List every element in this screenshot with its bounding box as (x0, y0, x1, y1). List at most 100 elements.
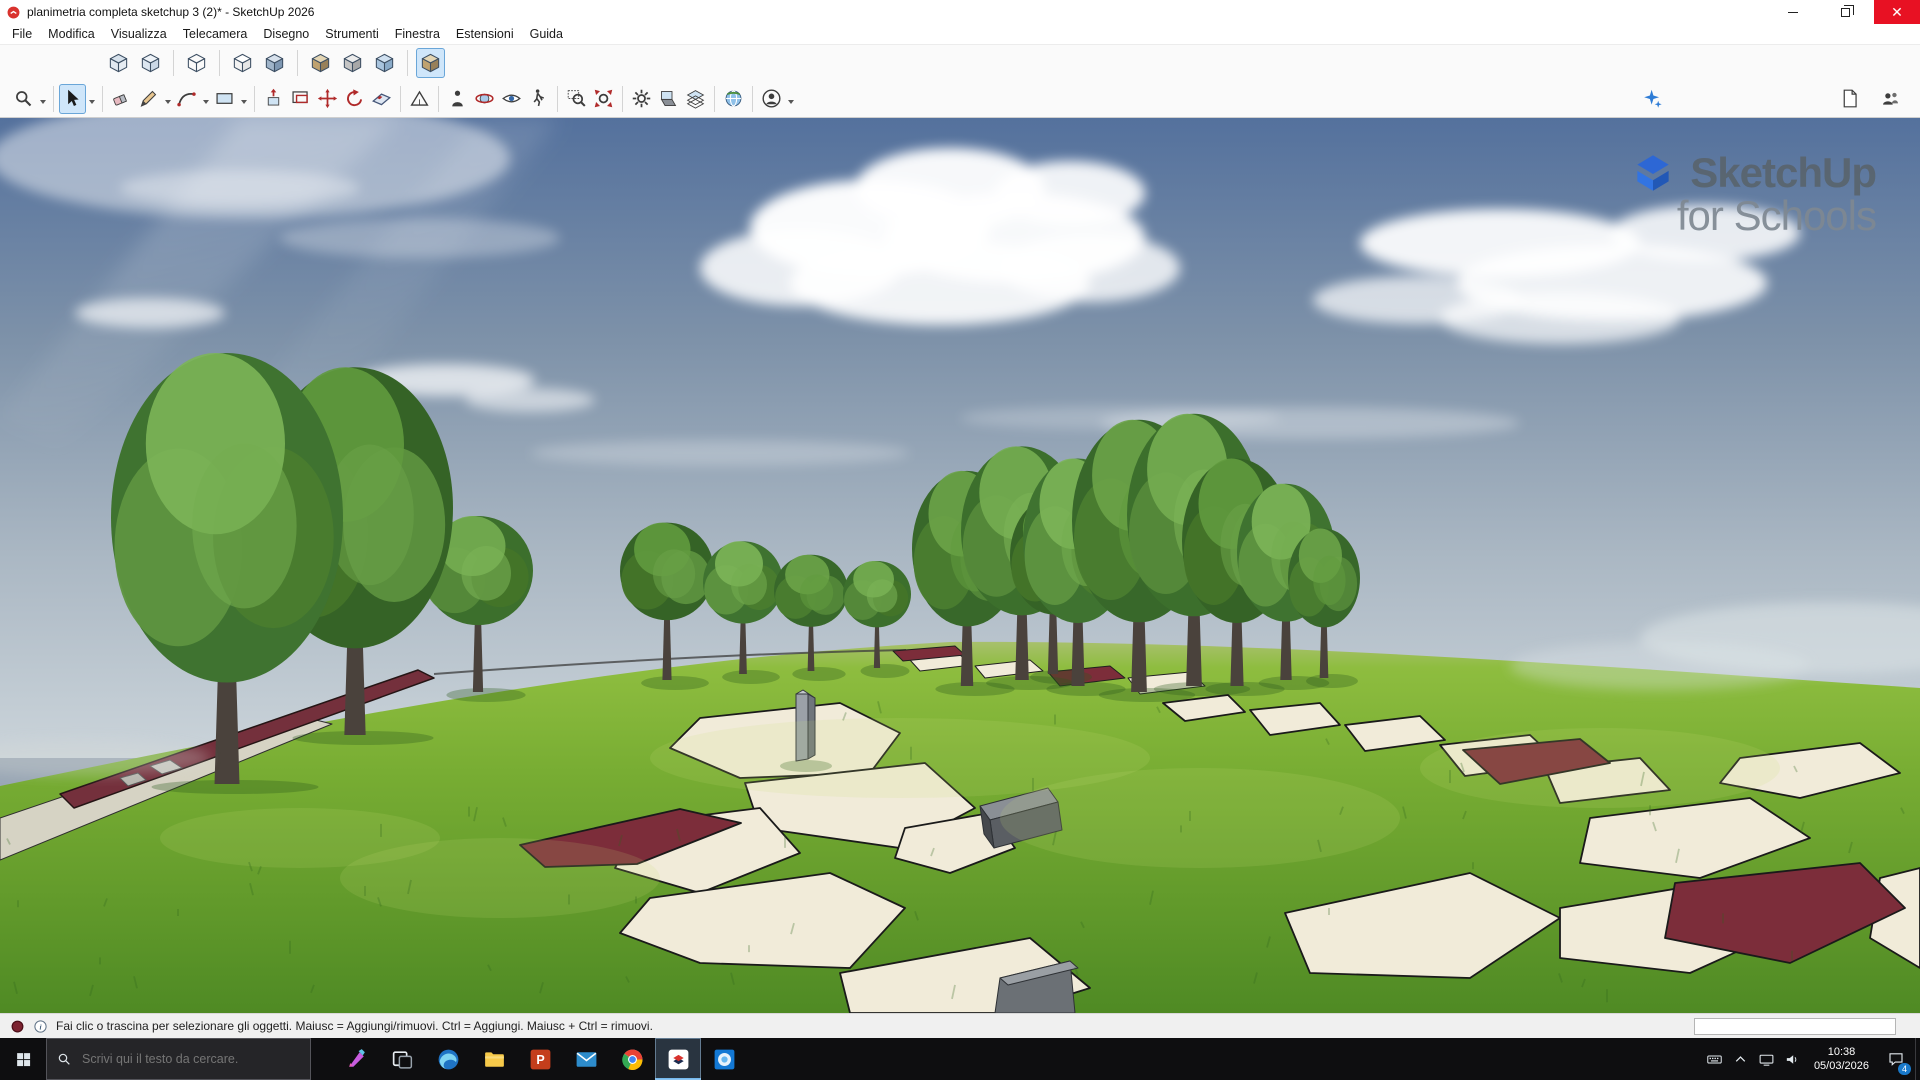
maximize-button[interactable] (1822, 0, 1868, 24)
orbit-tool-button[interactable] (471, 84, 498, 114)
styles-toolbar (0, 45, 1920, 80)
geolocation-status-icon[interactable] (10, 1019, 25, 1034)
tray-touch-keyboard-button[interactable] (1702, 1038, 1728, 1080)
taskbar-photos-button[interactable] (701, 1038, 747, 1080)
arcs-tool-button[interactable] (173, 84, 200, 114)
style-sketchy-button[interactable] (370, 48, 399, 78)
gear-icon (631, 88, 652, 109)
photos-icon (712, 1047, 737, 1072)
style-hidden-line-button[interactable] (228, 48, 257, 78)
minimize-button[interactable] (1770, 0, 1816, 24)
menu-file[interactable]: File (4, 25, 40, 43)
zoom-dropdown-arrow[interactable] (38, 86, 48, 112)
line-tool-button[interactable] (135, 84, 162, 114)
taskbar-file-explorer-button[interactable] (471, 1038, 517, 1080)
walk-tool-button[interactable] (525, 84, 552, 114)
zoom-window-tool-button[interactable] (563, 84, 590, 114)
volume-icon (1784, 1051, 1801, 1068)
style-textured-button[interactable] (306, 48, 335, 78)
new-model-tool-button[interactable] (1836, 84, 1863, 114)
search-input[interactable] (80, 1051, 301, 1067)
tray-volume-button[interactable] (1780, 1038, 1806, 1080)
style-back-edges-button[interactable] (136, 48, 165, 78)
select-tool-button[interactable] (59, 84, 86, 114)
viewport-3d[interactable]: SketchUp for Schools (0, 118, 1920, 1013)
tags-tool-button[interactable] (682, 84, 709, 114)
position-camera-tool-button[interactable] (444, 84, 471, 114)
account-dropdown-arrow[interactable] (786, 86, 796, 112)
arcs-dropdown-arrow[interactable] (201, 86, 211, 112)
taskbar-sketchup-button[interactable] (655, 1038, 701, 1080)
push-pull-tool-button[interactable] (260, 84, 287, 114)
start-button[interactable] (0, 1038, 46, 1080)
taskbar-edge-button[interactable] (425, 1038, 471, 1080)
taskbar-task-view-button[interactable] (379, 1038, 425, 1080)
taskbar-search[interactable] (46, 1038, 311, 1080)
shapes-tool-button[interactable] (211, 84, 238, 114)
model-info-tool-button[interactable] (628, 84, 655, 114)
sketchup-window: planimetria completa sketchup 3 (2)* - S… (0, 0, 1920, 1080)
status-bar: i Fai clic o trascina per selezionare gl… (0, 1013, 1920, 1038)
shapes-dropdown-arrow[interactable] (239, 86, 249, 112)
taskbar-powerpoint-button[interactable]: P (517, 1038, 563, 1080)
style-shaded-button[interactable] (260, 48, 289, 78)
style-monochrome-button[interactable] (338, 48, 367, 78)
menu-modifica[interactable]: Modifica (40, 25, 103, 43)
geolocation-tool-button[interactable] (720, 84, 747, 114)
taskbar-chrome-button[interactable] (609, 1038, 655, 1080)
tray-network-button[interactable] (1754, 1038, 1780, 1080)
rotate-tool-button[interactable] (341, 84, 368, 114)
axes-tool-button[interactable] (406, 84, 433, 114)
toolbar-separator (173, 50, 174, 76)
show-desktop-button[interactable] (1915, 1038, 1920, 1080)
zoom-tool-button[interactable] (10, 84, 37, 114)
ai-assistant-button[interactable] (1639, 84, 1666, 114)
menu-estensioni[interactable]: Estensioni (448, 25, 522, 43)
toolbar-separator (557, 86, 558, 112)
account-tool-button[interactable] (758, 84, 785, 114)
menu-strumenti[interactable]: Strumenti (317, 25, 387, 43)
menu-finestra[interactable]: Finestra (387, 25, 448, 43)
style-xray-cube-icon (107, 51, 130, 74)
logo-text-sketchup: SketchUp (1690, 149, 1876, 197)
toolbar-separator (219, 50, 220, 76)
magnifier-icon (13, 88, 34, 109)
style-hidden-line-cube-icon (231, 51, 254, 74)
taskbar-mail-button[interactable] (563, 1038, 609, 1080)
close-icon: ✕ (1891, 4, 1903, 21)
move-tool-button[interactable] (314, 84, 341, 114)
toolbar-separator (622, 86, 623, 112)
tray-hidden-icons-button[interactable] (1728, 1038, 1754, 1080)
menu-guida[interactable]: Guida (522, 25, 571, 43)
measurements-input[interactable] (1694, 1018, 1896, 1035)
menu-disegno[interactable]: Disegno (255, 25, 317, 43)
eraser-tool-button[interactable] (108, 84, 135, 114)
close-button[interactable]: ✕ (1874, 0, 1920, 24)
menu-visualizza[interactable]: Visualizza (103, 25, 175, 43)
share-tool-button[interactable] (1877, 84, 1904, 114)
taskbar-clock[interactable]: 10:38 05/03/2026 (1806, 1038, 1877, 1080)
arc-icon (176, 88, 197, 109)
look-icon (501, 88, 522, 109)
orbit-icon (474, 88, 495, 109)
style-scene-style-button[interactable] (416, 48, 445, 78)
toolbar-separator (102, 86, 103, 112)
look-around-tool-button[interactable] (498, 84, 525, 114)
select-dropdown-arrow[interactable] (87, 86, 97, 112)
line-dropdown-arrow[interactable] (163, 86, 173, 112)
info-icon[interactable]: i (33, 1019, 48, 1034)
style-xray-button[interactable] (104, 48, 133, 78)
offset-tool-button[interactable] (287, 84, 314, 114)
doc-icon (1839, 88, 1860, 109)
zoom-extents-tool-button[interactable] (590, 84, 617, 114)
offset-icon (290, 88, 311, 109)
taskbar-ink-workspace-button[interactable] (333, 1038, 379, 1080)
section-plane-tool-button[interactable] (368, 84, 395, 114)
style-wireframe-button[interactable] (182, 48, 211, 78)
shadows-tool-button[interactable] (655, 84, 682, 114)
window-title: planimetria completa sketchup 3 (2)* - S… (27, 5, 314, 19)
pushpull-icon (263, 88, 284, 109)
action-center-button[interactable]: 4 (1877, 1038, 1915, 1080)
menu-telecamera[interactable]: Telecamera (175, 25, 256, 43)
walk-icon (528, 88, 549, 109)
